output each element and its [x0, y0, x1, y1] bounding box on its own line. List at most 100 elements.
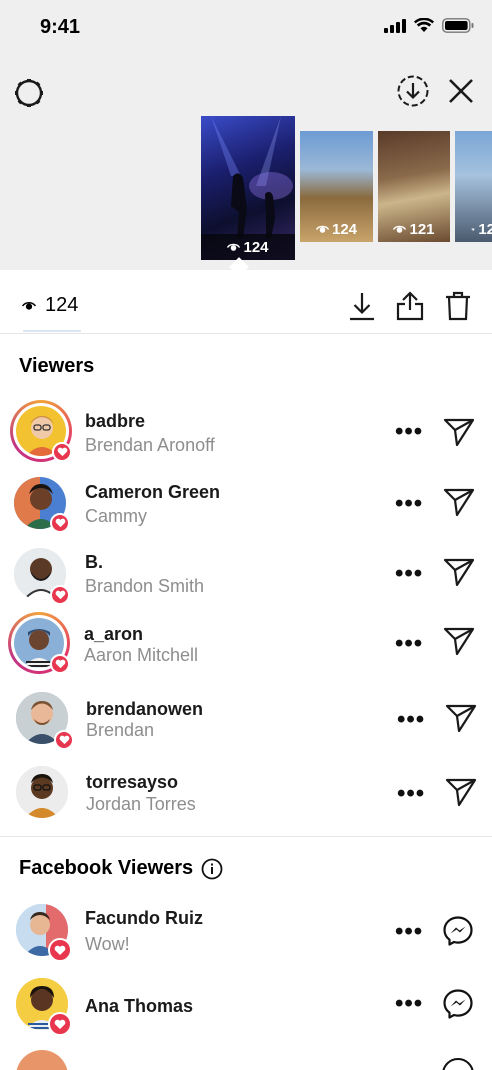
trash-icon: [446, 291, 470, 321]
story-thumbnail[interactable]: 12: [455, 131, 492, 242]
liked-badge: [50, 654, 70, 674]
send-message-button[interactable]: [444, 775, 478, 809]
viewer-username: Ana Thomas: [85, 996, 194, 1016]
more-button[interactable]: •••: [395, 920, 423, 944]
avatar[interactable]: [10, 902, 72, 964]
viewer-name: Brendan Aronoff: [85, 435, 215, 455]
status-bar: 9:41: [0, 0, 492, 56]
heart-icon: [55, 518, 65, 528]
paper-plane-icon: [443, 558, 475, 587]
viewer-username: a_aron: [84, 624, 144, 644]
story-thumbnail[interactable]: 121: [378, 131, 450, 242]
story-thumbnail[interactable]: 124: [300, 131, 373, 242]
thumbnail-views: 124: [243, 239, 269, 256]
viewer-username: torresayso: [86, 772, 179, 792]
send-message-button[interactable]: [442, 415, 476, 449]
heart-icon: [59, 735, 69, 745]
story-toolbar: 124: [0, 270, 492, 334]
viewer-row[interactable]: torresayso Jordan Torres •••: [0, 762, 492, 832]
eye-icon: [393, 225, 407, 233]
liked-badge: [50, 513, 70, 533]
heart-icon: [55, 590, 65, 600]
more-button[interactable]: •••: [395, 420, 423, 444]
close-icon: [449, 79, 473, 103]
thumbnail-views: 124: [331, 221, 358, 238]
send-message-button[interactable]: [442, 485, 476, 519]
viewer-name: Jordan Torres: [86, 794, 196, 814]
download-button[interactable]: [347, 290, 377, 322]
eye-icon: [471, 228, 476, 231]
more-button[interactable]: •••: [395, 632, 423, 656]
heart-icon: [54, 945, 66, 955]
avatar[interactable]: [10, 976, 72, 1038]
viewer-row[interactable]: brendanowen Brendan •••: [0, 688, 492, 758]
send-message-button[interactable]: [444, 701, 478, 735]
settings-button[interactable]: [10, 74, 48, 112]
facebook-viewer-row[interactable]: Ana Thomas •••: [0, 976, 492, 1046]
status-icons: [384, 18, 474, 33]
paper-plane-icon: [445, 778, 477, 807]
thumbnail-view-count: 124: [201, 239, 295, 256]
liked-badge: [48, 938, 72, 962]
signal-icon: [384, 18, 406, 33]
messenger-button[interactable]: [442, 1058, 474, 1070]
viewer-username: brendanowen: [86, 699, 204, 719]
eye-icon: [315, 225, 329, 233]
viewer-name: Cammy: [85, 506, 147, 526]
messenger-button[interactable]: [441, 987, 475, 1021]
eye-icon: [22, 301, 36, 310]
download-circle-icon: [397, 75, 429, 107]
close-button[interactable]: [444, 74, 478, 108]
avatar-image: [16, 766, 68, 818]
viewer-name: Brandon Smith: [85, 576, 205, 596]
messenger-button[interactable]: [441, 914, 475, 948]
status-time: 9:41: [40, 16, 81, 38]
send-message-button[interactable]: [442, 555, 476, 589]
share-button[interactable]: [395, 290, 425, 322]
liked-badge: [52, 442, 72, 462]
more-button[interactable]: •••: [397, 708, 425, 732]
avatar[interactable]: [16, 1050, 68, 1070]
facebook-viewers-heading: Facebook Viewers: [19, 857, 223, 880]
avatar[interactable]: [10, 400, 72, 462]
avatar[interactable]: [10, 688, 74, 750]
facebook-viewer-row[interactable]: Facundo Ruiz Wow! •••: [0, 902, 492, 972]
viewer-row[interactable]: badbre Brendan Aronoff •••: [0, 400, 492, 470]
delete-button[interactable]: [443, 290, 473, 322]
avatar[interactable]: [10, 475, 72, 537]
liked-badge: [50, 585, 70, 605]
thumbnail-views: 121: [409, 221, 435, 238]
info-icon[interactable]: [201, 858, 223, 880]
avatar[interactable]: [8, 612, 70, 674]
thumbnail-view-count: 121: [378, 221, 450, 238]
viewer-row[interactable]: B. Brandon Smith •••: [0, 545, 492, 615]
viewer-name: Brendan: [86, 720, 155, 740]
eye-icon: [227, 243, 241, 251]
thumbnail-view-count: 12: [455, 221, 492, 238]
section-divider: [0, 836, 492, 837]
more-button[interactable]: •••: [397, 782, 425, 806]
viewer-username: badbre: [85, 411, 146, 431]
viewer-reaction: Wow!: [85, 934, 130, 954]
save-story-button[interactable]: [394, 72, 432, 110]
story-thumbnails: 124 124 121 12: [0, 116, 492, 266]
avatar[interactable]: [10, 762, 72, 824]
more-button[interactable]: •••: [395, 562, 423, 586]
paper-plane-icon: [443, 627, 475, 656]
views-count-label: 124: [45, 294, 79, 316]
more-button[interactable]: •••: [395, 992, 423, 1016]
viewers-title: Viewers: [19, 355, 95, 377]
more-button[interactable]: •••: [395, 492, 423, 516]
viewer-row[interactable]: Cameron Green Cammy •••: [0, 475, 492, 545]
avatar[interactable]: [10, 545, 72, 607]
story-thumbnail-selected[interactable]: 124: [201, 116, 295, 260]
viewers-heading: Viewers: [19, 355, 94, 378]
messenger-icon: [443, 989, 473, 1019]
battery-icon: [442, 18, 474, 33]
wifi-icon: [414, 18, 434, 32]
views-tab[interactable]: 124: [22, 294, 78, 317]
viewer-row[interactable]: a_aron Aaron Mitchell •••: [0, 612, 492, 682]
send-message-button[interactable]: [442, 624, 476, 658]
thumbnail-view-count: 124: [300, 221, 373, 238]
viewer-username: B.: [85, 552, 103, 572]
